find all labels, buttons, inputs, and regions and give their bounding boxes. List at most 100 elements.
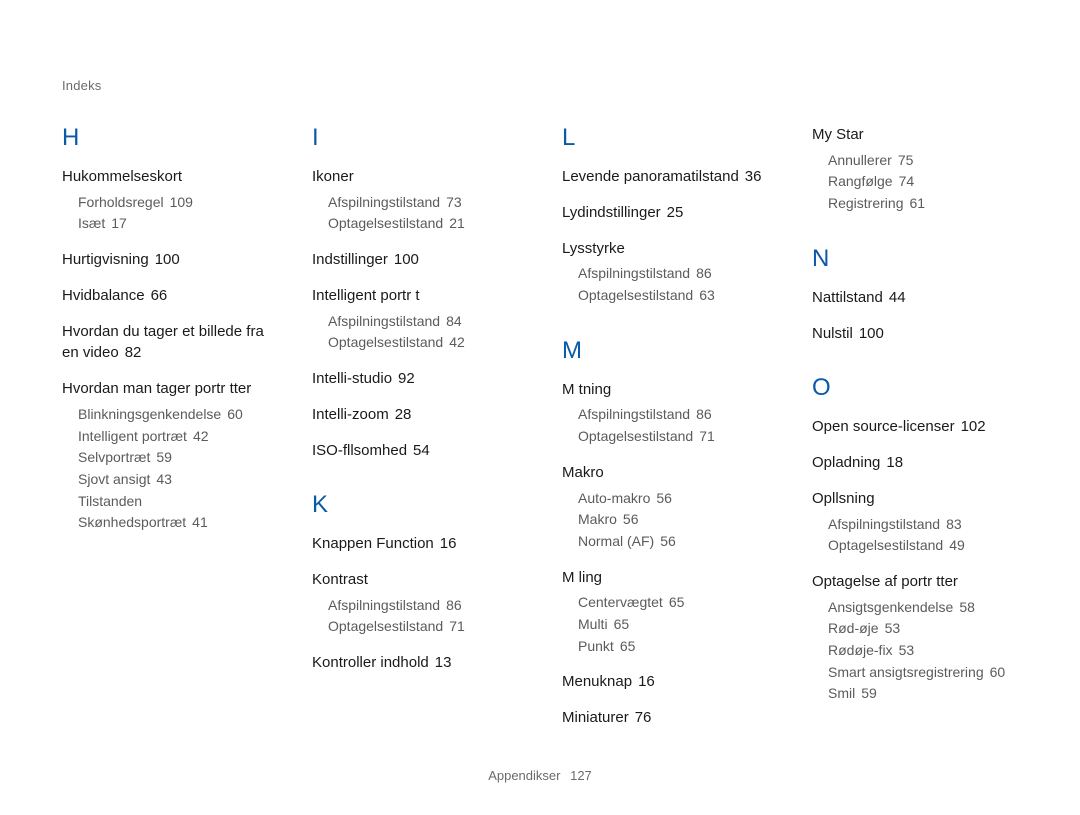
index-entry-label: Optagelse af portr tter [812,573,958,590]
index-subentry-label: Selvportræt [78,449,150,465]
index-group: Intelli-studio 92 [312,368,518,390]
index-subentry: Auto-makro56 [578,488,768,510]
index-entry-label: Ikoner [312,168,354,185]
index-subentry-label: Sjovt ansigt [78,471,150,487]
index-subentry-label: Centervægtet [578,594,663,610]
index-group: Hvordan man tager portr tterBlinkningsge… [62,378,268,534]
index-subentry-label: Ansigtsgenkendelse [828,599,953,615]
index-subentry-label: Afspilningstilstand [328,194,440,210]
index-entry: Ikoner [312,166,518,188]
index-group: Levende panoramatilstand36 [562,166,768,188]
index-subentry-label: Afspilningstilstand [578,265,690,281]
index-subentry-label: Normal (AF) [578,533,654,549]
index-letter: N [812,245,1018,273]
index-group: Miniaturer76 [562,707,768,729]
index-group: MakroAuto-makro56Makro56Normal (AF)56 [562,462,768,553]
index-entry: Nulstil100 [812,323,1018,345]
index-subentry: Isæt 17 [78,213,268,235]
index-column: My StarAnnullerer75Rangfølge74Registreri… [812,124,1018,743]
index-entry: Opladning18 [812,452,1018,474]
index-subentry-page: 49 [949,537,965,553]
index-entry-page: 66 [151,287,168,304]
index-subentry: Afspilningstilstand86 [578,263,768,285]
index-group: Opladning18 [812,452,1018,474]
index-subentry-page: 42 [449,334,465,350]
index-entry-label: Lysstyrke [562,240,625,257]
index-group: HukommelseskortForholdsregel109Isæt17 [62,166,268,235]
index-subentry-label: Optagelsestilstand [828,537,943,553]
index-entry-label: Hvordan du tager et billede fra en video [62,323,264,362]
index-letter: H [62,124,268,152]
index-column: LLevende panoramatilstand36Lydindstillin… [562,124,768,743]
index-subentry-label: Tilstanden Skønhedsportræt [78,493,186,531]
index-group: Knappen Function16 [312,533,518,555]
index-entry-page: 16 [638,673,655,690]
index-entry-label: Kontroller indhold [312,654,429,671]
index-group: M tningAfspilningstilstand86Optagelsesti… [562,379,768,448]
index-subentry-label: Afspilningstilstand [328,597,440,613]
index-subentry: Afspilningstilstand83 [828,514,1018,536]
index-group: ISO-fllsomhed54 [312,440,518,462]
index-entry-page: 54 [413,442,430,459]
index-subentry: Blinkningsgenkendelse 60 [78,404,268,426]
index-subentry: Optagelsestilstand21 [328,213,518,235]
index-subentry: Sjovt ansigt 43 [78,469,268,491]
index-sublist: Afspilningstilstand83Optagelsestilstand 4… [828,514,1018,557]
index-subentry-page: 59 [156,449,172,465]
index-group: Open source-licenser102 [812,416,1018,438]
index-entry-page: 100 [155,251,180,268]
index-subentry-page: 58 [959,599,975,615]
index-group: Opllsning Afspilningstilstand83Optagelses… [812,488,1018,557]
index-subentry-page: 42 [193,428,209,444]
index-entry-page: 100 [859,325,884,342]
index-subentry: Optagelsestilstand 49 [828,535,1018,557]
index-subentry: Optagelsestilstand63 [578,285,768,307]
index-group: Indstillinger100 [312,249,518,271]
index-subentry: Forholdsregel109 [78,192,268,214]
index-entry-label: Opladning [812,454,880,471]
index-group: Kontrast Afspilningstilstand86Optagelsest… [312,569,518,638]
index-entry-page: 92 [398,370,415,387]
index-subentry-label: Isæt [78,215,105,231]
index-subentry-label: Annullerer [828,152,892,168]
index-subentry-label: Smil [828,685,855,701]
index-entry: Opllsning [812,488,1018,510]
index-subentry-page: 53 [899,642,915,658]
index-subentry-page: 60 [227,406,243,422]
index-group: Lydindstillinger25 [562,202,768,224]
index-subentry: Punkt65 [578,636,768,658]
index-subentry-page: 61 [909,195,925,211]
index-subentry-label: Blinkningsgenkendelse [78,406,221,422]
index-group: M lingCentervægtet65Multi65Punkt65 [562,567,768,658]
index-subentry: Smil59 [828,683,1018,705]
index-subentry-page: 65 [614,616,630,632]
index-subentry-label: Afspilningstilstand [578,406,690,422]
index-sublist: Afspilningstilstand84Optagelsestilstand4… [328,311,518,354]
index-entry-label: Kontrast [312,571,368,588]
index-letter: I [312,124,518,152]
index-entry-label: Intelli-studio [312,370,392,387]
index-subentry-page: 73 [446,194,462,210]
index-entry-label: Hvidbalance [62,287,145,304]
index-subentry-page: 43 [156,471,172,487]
index-entry: Levende panoramatilstand36 [562,166,768,188]
index-subentry-page: 17 [111,215,127,231]
index-sublist: Afspilningstilstand86Optagelsestilstand7… [328,595,518,638]
running-head: Indeks [62,78,102,93]
index-subentry: Optagelsestilstand71 [328,616,518,638]
index-subentry-page: 41 [192,514,208,530]
index-subentry-label: Multi [578,616,608,632]
index-entry: Optagelse af portr tter [812,571,1018,593]
index-subentry-label: Intelligent portræt [78,428,187,444]
index-entry: M tning [562,379,768,401]
index-subentry: Normal (AF)56 [578,531,768,553]
index-sublist: Afspilningstilstand86Optagelsestilstand7… [578,404,768,447]
index-entry-label: Intelligent portr t [312,287,420,304]
index-entry-page: 82 [125,344,142,361]
index-group: Intelli-zoom28 [312,404,518,426]
index-entry: Hvidbalance 66 [62,285,268,307]
index-group: My StarAnnullerer75Rangfølge74Registreri… [812,124,1018,215]
index-subentry-label: Optagelsestilstand [328,334,443,350]
index-subentry-page: 86 [696,406,712,422]
index-entry-label: Menuknap [562,673,632,690]
